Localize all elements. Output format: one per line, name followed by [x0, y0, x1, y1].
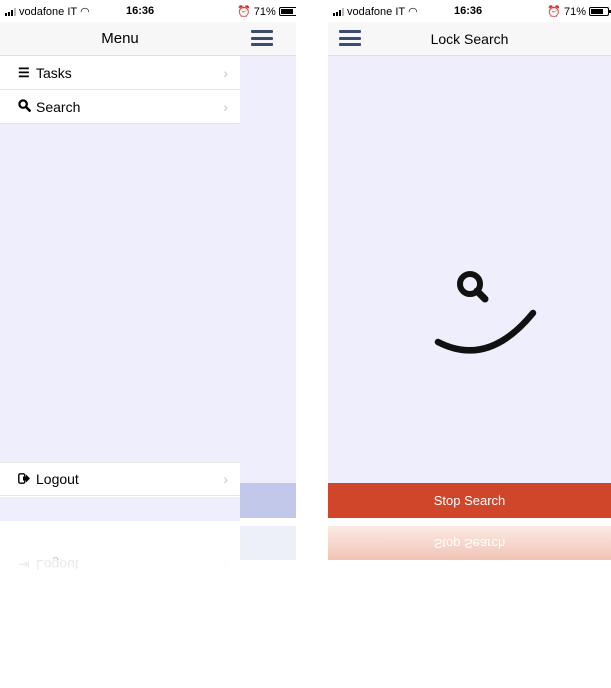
stop-button-reflection: Stop Search [328, 526, 611, 560]
hamburger-menu-icon[interactable] [251, 30, 273, 46]
peek-reflection [240, 526, 296, 560]
status-time: 16:36 [126, 5, 155, 17]
battery-info: ⏰ 71% [547, 5, 611, 18]
menu-item-logout[interactable]: Logout › [0, 462, 240, 496]
wifi-icon: ◠ [80, 6, 90, 18]
menu-item-label: Tasks [36, 64, 72, 81]
battery-icon [589, 7, 611, 16]
search-content [328, 56, 611, 483]
search-spinner [434, 271, 537, 354]
menu-item-label: Logout [36, 471, 79, 487]
peek-content [240, 56, 296, 483]
signal-icon [333, 7, 344, 16]
peek-nav-bar [240, 22, 296, 56]
sign-out-icon [18, 472, 34, 487]
alarm-icon: ⏰ [547, 6, 561, 18]
status-bar: vodafone IT ◠ 16:36 ⏰ 71% [328, 0, 611, 22]
menu-empty-area [0, 124, 240, 462]
carrier-info: vodafone IT ◠ [333, 5, 418, 18]
status-bar: ⏰ 71% [237, 0, 296, 22]
battery-percent: 71% [563, 5, 586, 18]
battery-icon [278, 7, 296, 16]
carrier-info: vodafone IT ◠ [5, 5, 90, 18]
loading-arc-icon [434, 309, 537, 354]
stop-search-button[interactable]: Stop Search [328, 483, 611, 518]
nav-bar: Lock Search [328, 22, 611, 56]
chevron-right-icon: › [223, 471, 228, 487]
menu-footer: Logout › [0, 462, 240, 496]
chevron-right-icon: › [223, 64, 228, 81]
status-bar: vodafone IT ◠ 16:36 [0, 0, 240, 22]
alarm-icon: ⏰ [237, 6, 251, 18]
search-icon [457, 271, 489, 303]
signal-icon [5, 7, 16, 16]
status-time: 16:36 [454, 5, 483, 17]
menu-item-tasks[interactable]: ☰ Tasks › [0, 56, 240, 90]
carrier-name: vodafone IT [347, 5, 406, 18]
menu-screen: vodafone IT ◠ 16:36 Menu ☰ Tasks › Searc… [0, 0, 296, 688]
peek-button-bar [240, 483, 296, 518]
reflection-fade [328, 560, 611, 688]
list-icon: ☰ [18, 64, 30, 80]
page-title: Lock Search [430, 31, 509, 47]
chevron-right-icon: › [223, 98, 228, 115]
battery-percent: 71% [253, 5, 276, 18]
carrier-name: vodafone IT [19, 5, 78, 18]
search-icon [18, 98, 34, 115]
lock-search-screen: vodafone IT ◠ 16:36 ⏰ 71% Lock Search St… [328, 0, 611, 688]
menu-title: Menu [0, 22, 240, 56]
reflection-fade [0, 560, 296, 688]
battery-info: ⏰ 71% [237, 5, 296, 18]
wifi-icon: ◠ [408, 6, 418, 18]
menu-item-search[interactable]: Search › [0, 90, 240, 124]
menu-item-label: Search [36, 98, 81, 115]
menu-list: ☰ Tasks › Search › [0, 56, 240, 124]
menu-strip [0, 497, 240, 521]
